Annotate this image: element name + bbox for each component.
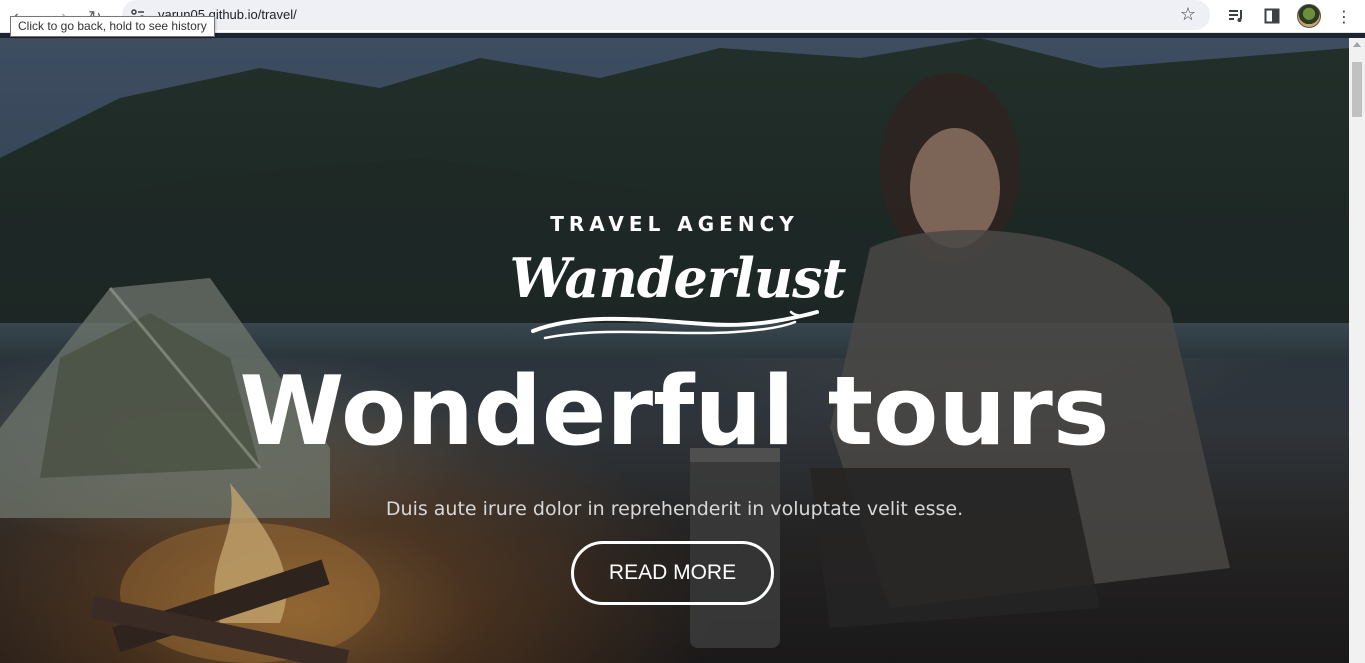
scroll-up-icon[interactable]	[1353, 42, 1361, 47]
avatar[interactable]	[1297, 4, 1321, 28]
read-more-button[interactable]: READ MORE	[571, 541, 774, 605]
logo-swash	[531, 310, 819, 340]
hero-subtitle: Duis aute irure dolor in reprehenderit i…	[385, 498, 964, 520]
hero-headline: Wonderful tours	[239, 357, 1110, 467]
address-bar[interactable]: varun05.github.io/travel/ ☆	[122, 0, 1210, 30]
hero-content: TRAVEL AGENCY Wanderlust Wonderful tours…	[0, 38, 1349, 663]
eyebrow-text: TRAVEL AGENCY	[550, 212, 799, 236]
side-panel-icon[interactable]	[1261, 5, 1283, 27]
kebab-menu-icon[interactable]: ⋮	[1333, 5, 1355, 27]
brand-logo: Wanderlust	[505, 246, 850, 346]
back-tooltip: Click to go back, hold to see history	[10, 16, 215, 37]
star-icon[interactable]: ☆	[1180, 4, 1196, 25]
scroll-thumb[interactable]	[1352, 62, 1362, 117]
hero-section: TRAVEL AGENCY Wanderlust Wonderful tours…	[0, 38, 1349, 663]
media-control-icon[interactable]	[1225, 5, 1247, 27]
vertical-scrollbar[interactable]	[1349, 38, 1365, 663]
